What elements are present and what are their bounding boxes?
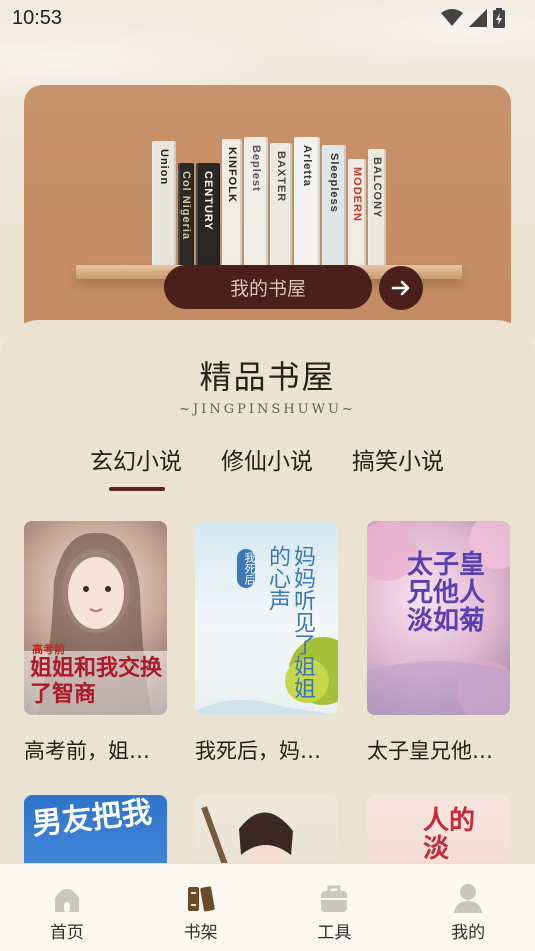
book-spine-label: CENTURY [202,171,214,231]
nav-tools[interactable]: 工具 [268,864,402,951]
book-spine: Sleepless [322,145,346,267]
bookshelf-icon [187,886,215,912]
arrow-button[interactable] [379,266,423,310]
book-spine-label: KINFOLK [226,147,238,203]
arrow-right-icon [391,280,410,296]
book-cover[interactable]: 高考前 姐姐和我交换了智商 [24,521,167,715]
book-spine: Arletta [294,137,320,267]
tab-gaoxiao[interactable]: 搞笑小说 [352,442,444,476]
book-spine-label: MODERN [351,167,363,222]
book-spine: CENTURY [196,163,220,267]
bottom-navigation: 首页 书架 工具 我的 [0,863,535,951]
book-title[interactable]: 太子皇兄他… [367,735,510,765]
tab-xuanhuan[interactable]: 玄幻小说 [90,442,182,476]
book-spine: BAXTER [270,143,292,267]
book-title[interactable]: 高考前，姐… [24,735,167,765]
cover-title: 男友把我 [30,795,154,843]
book-spine: Union [152,141,176,267]
book-cover[interactable]: 妈妈听见了姐姐的心声 我死后 [195,521,338,715]
nav-home[interactable]: 首页 [0,864,134,951]
active-tab-indicator [109,487,165,491]
nav-profile[interactable]: 我的 [401,864,535,951]
toolbox-icon [321,885,348,912]
book-card[interactable]: 太子皇兄他人淡如菊 太子皇兄他… [367,521,510,765]
book-spine: Col Nigeria [178,163,194,267]
status-icons [441,8,505,28]
my-bookhouse-button[interactable]: 我的书屋 [164,265,372,309]
book-title[interactable]: 我死后，妈… [195,735,338,765]
section-subtitle: ~JINGPINSHUWU~ [179,402,356,417]
book-spine-label: Col Nigeria [180,171,192,241]
battery-icon [493,8,505,28]
status-bar: 10:53 [0,0,535,36]
book-spine-label: BALCONY [371,157,383,219]
book-spine-label: Union [158,149,170,186]
home-icon [54,889,79,912]
cover-subtitle: 我死后 [237,549,256,588]
nav-label: 首页 [49,923,84,943]
book-spine-label: Arletta [301,145,313,187]
category-tabs: 玄幻小说 修仙小说 搞笑小说 [0,442,535,492]
cover-title: 太子皇兄他人淡如菊 [407,550,486,636]
bookshelf-banner[interactable]: Union Col Nigeria CENTURY KINFOLK Beplest BAX… [24,85,511,335]
book-spine-label: Beplest [250,145,262,192]
book-spine: BALCONY [368,149,386,267]
book-spine-label: BAXTER [275,151,287,203]
nav-bookshelf[interactable]: 书架 [134,864,268,951]
book-spine-label: Sleepless [328,153,340,213]
book-card[interactable]: 妈妈听见了姐姐的心声 我死后 我死后，妈… [195,521,338,765]
book-card[interactable]: 高考前 姐姐和我交换了智商 高考前，姐… [24,521,167,765]
profile-icon [454,884,483,913]
status-time: 10:53 [12,6,63,29]
nav-label: 我的 [451,923,486,943]
cover-title: 人的淡 [423,806,476,864]
banner-books: Union Col Nigeria CENTURY KINFOLK Beplest BAX… [152,135,388,267]
book-spine: Beplest [244,137,268,267]
nav-label: 工具 [317,923,352,943]
section-title: 精品书屋 [199,358,336,396]
signal-icon [469,9,487,27]
cover-title: 姐姐和我交换了智商 [30,655,163,707]
book-spine: MODERN [348,159,366,267]
book-spine: KINFOLK [222,139,242,267]
book-cover[interactable]: 太子皇兄他人淡如菊 [367,521,510,715]
tab-xiuxian[interactable]: 修仙小说 [221,442,313,476]
main-panel: 精品书屋 ~JINGPINSHUWU~ 玄幻小说 修仙小说 搞笑小说 高考前 姐… [0,320,535,951]
wifi-icon [441,9,463,26]
nav-label: 书架 [183,923,218,943]
